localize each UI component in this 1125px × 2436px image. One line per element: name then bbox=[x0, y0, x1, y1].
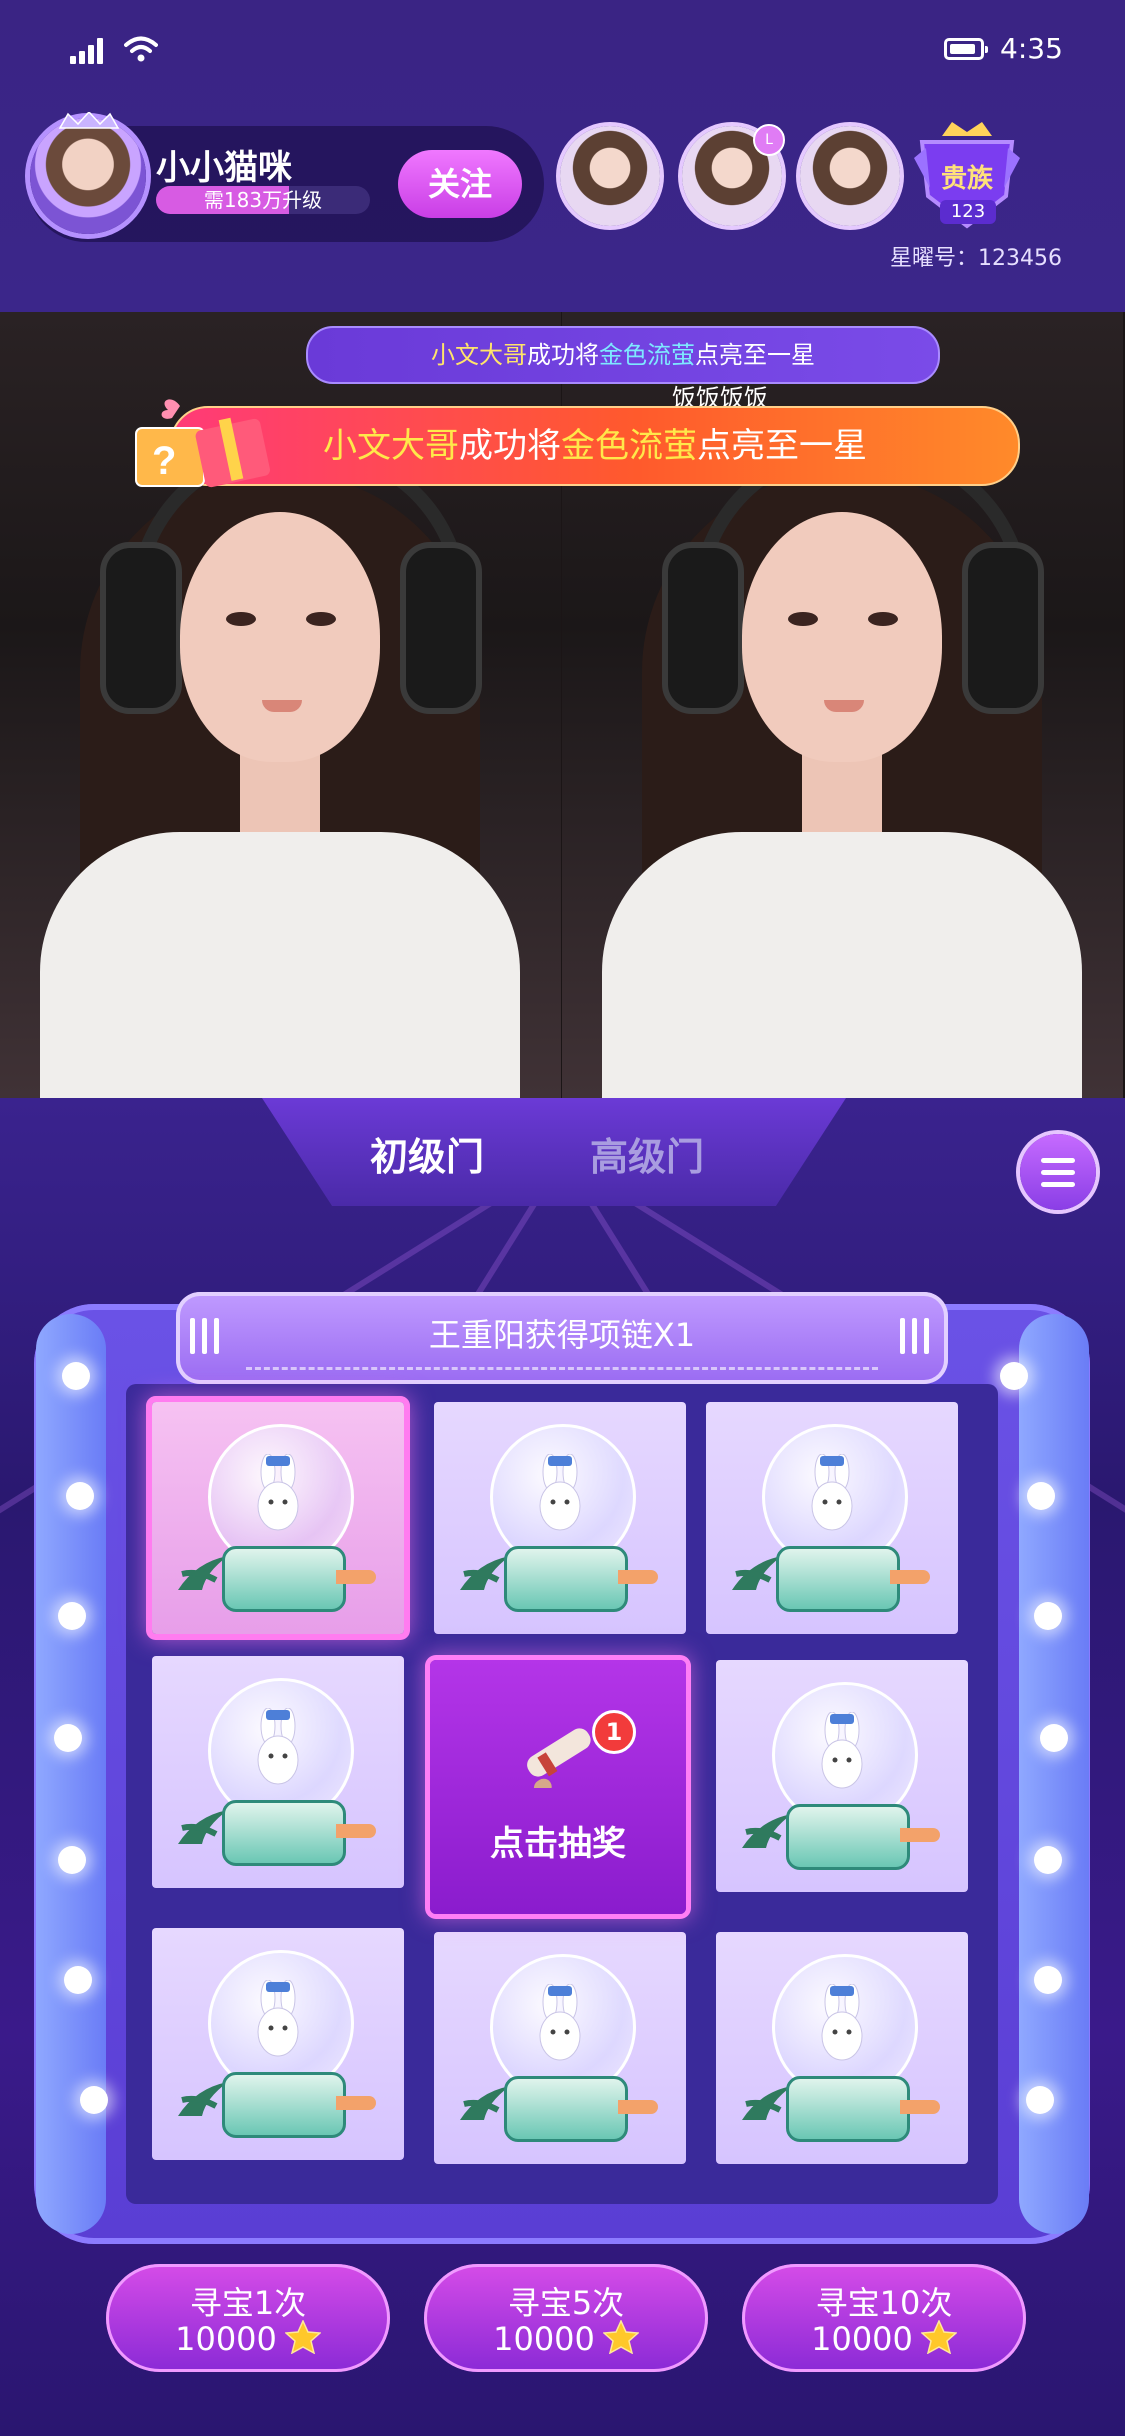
draw-count-badge: 1 bbox=[592, 1710, 636, 1754]
ticker-text: 点亮至一星 bbox=[697, 426, 867, 466]
prize-cell[interactable] bbox=[152, 1656, 404, 1888]
host-avatar[interactable] bbox=[30, 118, 146, 234]
upgrade-progress: 需183万升级 bbox=[156, 186, 370, 214]
noble-label: 贵族 bbox=[940, 164, 993, 194]
prize-cell[interactable] bbox=[434, 1932, 686, 2164]
prize-cell[interactable] bbox=[716, 1932, 968, 2164]
prize-cell[interactable] bbox=[152, 1928, 404, 2160]
gift-box-icon: ? bbox=[135, 399, 270, 488]
header: 4:35 小小猫咪 需183万升级 关注 L 贵族 123 星曜号：123456 bbox=[0, 0, 1125, 312]
battery-icon bbox=[944, 38, 988, 60]
host-name: 小小猫咪 bbox=[156, 148, 292, 188]
prize-cell[interactable] bbox=[152, 1402, 404, 1634]
ticker-text: 成功将 bbox=[459, 426, 561, 466]
star-icon bbox=[920, 2320, 957, 2354]
ticker-text: 点亮至一星 bbox=[695, 341, 815, 369]
viewer-level-badge: L bbox=[753, 124, 785, 156]
ticker-small: 小文大哥成功将金色流萤点亮至一星 bbox=[306, 326, 940, 384]
signal-icon bbox=[70, 38, 104, 64]
status-bar: 4:35 bbox=[0, 0, 1125, 100]
ticker-item: 金色流萤 bbox=[561, 426, 697, 466]
prize-cell[interactable] bbox=[706, 1402, 958, 1634]
star-icon bbox=[602, 2320, 639, 2354]
treasure-5-button[interactable]: 寻宝5次 10000 bbox=[424, 2264, 708, 2372]
menu-button[interactable] bbox=[1020, 1134, 1096, 1210]
ticker-text: 成功将 bbox=[527, 341, 599, 369]
draw-button[interactable]: 1 点击抽奖 bbox=[430, 1660, 686, 1914]
tab-basic-door[interactable]: 初级门 bbox=[370, 1126, 484, 1181]
tab-advanced-door[interactable]: 高级门 bbox=[590, 1126, 704, 1181]
buy-label: 寻宝10次 bbox=[815, 2284, 953, 2322]
follow-button[interactable]: 关注 bbox=[398, 150, 522, 218]
ticker-user: 小文大哥 bbox=[323, 426, 459, 466]
viewer-avatar[interactable] bbox=[560, 126, 660, 226]
buy-label: 寻宝5次 bbox=[507, 2284, 625, 2322]
buy-label: 寻宝1次 bbox=[189, 2284, 307, 2322]
noble-level: 123 bbox=[940, 200, 996, 224]
ticker-item: 金色流萤 bbox=[599, 341, 695, 369]
viewer-avatar[interactable] bbox=[800, 126, 900, 226]
treasure-10-button[interactable]: 寻宝10次 10000 bbox=[742, 2264, 1026, 2372]
buy-cost: 10000 bbox=[424, 2320, 708, 2358]
draw-label: 点击抽奖 bbox=[490, 1824, 626, 1864]
wifi-icon bbox=[124, 36, 158, 62]
prize-cell[interactable] bbox=[716, 1660, 968, 1892]
treasure-1-button[interactable]: 寻宝1次 10000 bbox=[106, 2264, 390, 2372]
status-time: 4:35 bbox=[1000, 32, 1063, 65]
ticker-user: 小文大哥 bbox=[431, 341, 527, 369]
buy-cost: 10000 bbox=[106, 2320, 390, 2358]
svg-text:?: ? bbox=[152, 439, 176, 483]
crown-icon bbox=[58, 112, 120, 129]
upgrade-text: 需183万升级 bbox=[203, 188, 323, 212]
ticker-big: 小文大哥成功将金色流萤点亮至一星 bbox=[170, 406, 1020, 486]
buy-cost: 10000 bbox=[742, 2320, 1026, 2358]
star-id: 星曜号：123456 bbox=[890, 246, 1062, 271]
winner-marquee: 王重阳获得项链X1 bbox=[176, 1292, 948, 1384]
tab-bar: 初级门 高级门 bbox=[262, 1098, 846, 1206]
winner-text: 王重阳获得项链X1 bbox=[428, 1316, 696, 1354]
prize-cell[interactable] bbox=[434, 1402, 686, 1634]
noble-badge[interactable]: 贵族 123 bbox=[912, 118, 1022, 230]
star-icon bbox=[284, 2320, 321, 2354]
